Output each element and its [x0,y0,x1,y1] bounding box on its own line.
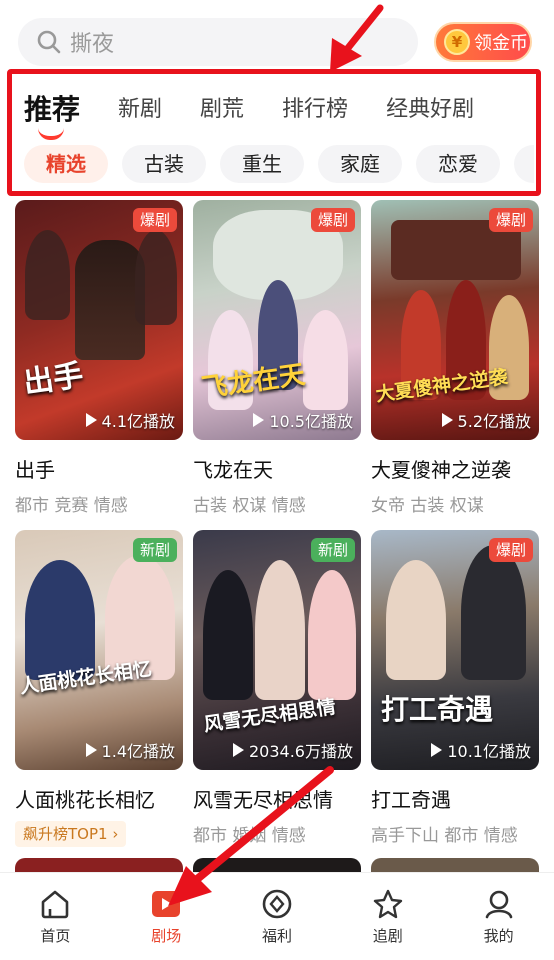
genre-chips: 精选 古装 重生 家庭 恋爱 复 [24,145,534,183]
coin-icon: ¥ [444,29,470,55]
drama-card[interactable]: 大夏傻神之逆袭 爆剧 5.2亿播放 大夏傻神之逆袭 女帝 古装 权谋 [371,200,539,516]
play-count: 1.4亿播放 [85,738,175,762]
new-badge: 新剧 [132,538,177,562]
card-tags: 都市 竞赛 情感 [15,496,128,516]
home-icon [42,890,69,919]
hot-badge: 爆剧 [488,208,533,232]
poster-title: 打工奇遇 [381,693,494,726]
poster[interactable]: 人面桃花长相忆 新剧 1.4亿播放 [15,530,183,770]
poster[interactable]: 风雪无尽相思情 新剧 2034.6万播放 [193,530,361,770]
hot-badge: 爆剧 [488,538,533,562]
tab-recommend[interactable]: 推荐 [24,88,81,140]
drama-card[interactable]: 打工奇遇 爆剧 10.1亿播放 打工奇遇 高手下山 都市 情感 [371,530,539,846]
card-tags: 都市 婚姻 情感 [193,826,306,846]
nav-label: 剧场 [151,927,182,945]
figure [135,230,177,325]
figure [308,570,356,700]
coin-icon [262,889,292,919]
card-tags: 女帝 古装 权谋 [371,496,484,516]
card-title[interactable]: 飞龙在天 [193,454,361,483]
claim-coins-label: 领金币 [474,33,528,54]
bottom-nav: 首页 剧场 福利 追剧 我的 [0,872,554,960]
drama-card[interactable]: 出手 爆剧 4.1亿播放 出手 都市 竞赛 情感 [15,200,183,516]
tab-classics[interactable]: 经典好剧 [386,88,474,132]
play-count-text: 2034.6万播放 [249,742,353,761]
poster[interactable]: 出手 爆剧 4.1亿播放 [15,200,183,440]
user-icon [485,890,512,919]
rank-tag[interactable]: 飙升榜TOP1 › [15,821,127,847]
card-title[interactable]: 大夏傻神之逆袭 [371,454,539,483]
nav-label: 福利 [261,927,292,945]
figure [255,560,305,700]
poster[interactable]: 大夏傻神之逆袭 爆剧 5.2亿播放 [371,200,539,440]
search-icon [37,30,61,54]
play-icon [233,743,244,757]
tab-ranking[interactable]: 排行榜 [282,88,348,132]
drama-card[interactable]: 风雪无尽相思情 新剧 2034.6万播放 风雪无尽相思情 都市 婚姻 情感 [193,530,361,846]
poster[interactable]: 飞龙在天 爆剧 10.5亿播放 [193,200,361,440]
play-icon [441,413,453,427]
play-icon [431,743,443,757]
nav-label: 追剧 [372,927,403,945]
play-icon [85,743,97,757]
chip-rebirth[interactable]: 重生 [220,145,304,183]
tab-new[interactable]: 新剧 [118,88,162,132]
hot-badge: 爆剧 [132,208,177,232]
search-placeholder: 撕夜 [70,32,115,57]
play-count-text: 1.4亿播放 [101,742,175,761]
play-count: 10.5亿播放 [253,408,353,432]
nav-theater[interactable]: 剧场 [111,873,222,960]
figure [461,545,526,680]
screen: 撕夜 ¥ 领金币 推荐 新剧 剧荒 排行榜 经典好剧 精选 古装 重生 家庭 恋… [0,0,554,960]
poster[interactable]: 打工奇遇 爆剧 10.1亿播放 [371,530,539,770]
card-title[interactable]: 出手 [15,454,183,483]
nav-home[interactable]: 首页 [0,873,111,960]
category-tabs: 推荐 新剧 剧荒 排行榜 经典好剧 [24,84,512,140]
play-icon [85,413,97,427]
new-badge: 新剧 [310,538,355,562]
tab-drought[interactable]: 剧荒 [200,88,244,132]
figure [386,560,446,680]
nav-label: 我的 [483,927,514,945]
chip-partial[interactable]: 复 [514,145,534,183]
play-icon [152,891,181,917]
play-count: 10.1亿播放 [431,738,531,762]
tab-label: 推荐 [24,93,81,126]
play-count-text: 10.1亿播放 [447,742,531,761]
poster-title: 出手 [21,357,86,401]
card-tags: 高手下山 都市 情感 [371,826,518,846]
play-count: 5.2亿播放 [441,408,531,432]
play-count-text: 5.2亿播放 [457,412,531,431]
claim-coins-button[interactable]: ¥ 领金币 [434,22,532,62]
play-count-text: 10.5亿播放 [269,412,353,431]
drama-card[interactable]: 人面桃花长相忆 新剧 1.4亿播放 人面桃花长相忆 飙升榜TOP1 › [15,530,183,847]
chip-featured[interactable]: 精选 [24,145,108,183]
chip-family[interactable]: 家庭 [318,145,402,183]
drama-card[interactable]: 飞龙在天 爆剧 10.5亿播放 飞龙在天 古装 权谋 情感 [193,200,361,516]
poster-title: 大夏傻神之逆袭 [374,365,510,407]
active-tab-indicator [38,128,64,140]
nav-welfare[interactable]: 福利 [222,873,333,960]
chip-costume[interactable]: 古装 [122,145,206,183]
figure [25,230,70,320]
play-icon [253,413,265,427]
card-title[interactable]: 人面桃花长相忆 [15,784,183,813]
nav-follow[interactable]: 追剧 [332,873,443,960]
star-icon [373,889,402,919]
card-tags: 古装 权谋 情感 [193,496,306,516]
nav-label: 首页 [40,927,71,945]
search-bar[interactable]: 撕夜 [18,18,418,66]
card-title[interactable]: 风雪无尽相思情 [193,784,361,813]
figure [303,310,348,410]
chip-romance[interactable]: 恋爱 [416,145,500,183]
figure [203,570,253,700]
nav-profile[interactable]: 我的 [443,873,554,960]
play-count-text: 4.1亿播放 [101,412,175,431]
hot-badge: 爆剧 [310,208,355,232]
play-count: 2034.6万播放 [233,738,353,762]
card-title[interactable]: 打工奇遇 [371,784,539,813]
play-count: 4.1亿播放 [85,408,175,432]
